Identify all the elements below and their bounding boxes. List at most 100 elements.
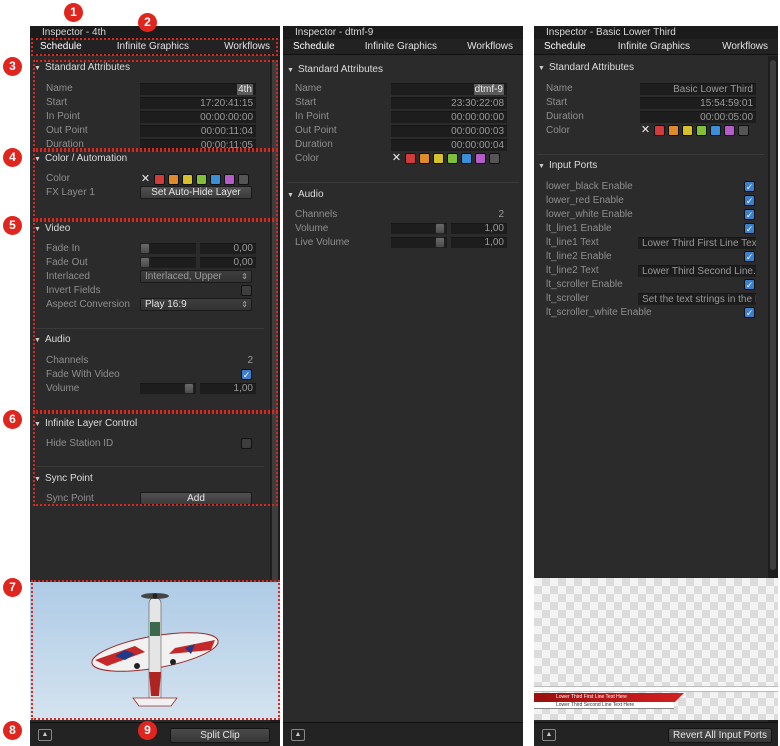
inspector-panel-dtmf-9: Inspector - dtmf-9 Schedule Infinite Gra… xyxy=(283,26,523,746)
port-label: lt_scroller_white Enable xyxy=(546,307,652,318)
no-color-icon[interactable]: ✕ xyxy=(640,124,651,136)
lower-third-line1: Lower Third First Line Text Here xyxy=(556,694,627,700)
inspector-content: ▼ Standard Attributes Name dtmf-9 Start 2… xyxy=(283,56,523,746)
name-label: Name xyxy=(295,83,322,94)
tab-schedule[interactable]: Schedule xyxy=(293,39,335,55)
color-swatch-purple[interactable] xyxy=(475,152,486,164)
video-audio-highlight-box xyxy=(33,220,278,412)
start-label: Start xyxy=(295,97,317,108)
lower-third-preview: Lower Third First Line Text Here Lower T… xyxy=(534,578,778,720)
color-automation-highlight-box xyxy=(33,150,278,220)
duration-field[interactable]: 00:00:00:04 xyxy=(391,139,507,151)
channels-value: 2 xyxy=(498,209,504,220)
port-label: lt_line1 Enable xyxy=(546,223,612,234)
color-swatch-green[interactable] xyxy=(696,124,707,136)
color-swatch-red[interactable] xyxy=(405,152,416,164)
color-swatch-orange[interactable] xyxy=(419,152,430,164)
volume-label: Volume xyxy=(295,223,329,234)
color-label: Color xyxy=(295,153,319,164)
callout-9: 9 xyxy=(138,721,157,740)
tabs-highlight-box xyxy=(31,38,278,56)
scroller-strip xyxy=(534,686,778,692)
color-swatch-yellow[interactable] xyxy=(433,152,444,164)
inspector-title: Inspector - dtmf-9 xyxy=(283,26,523,39)
port-checkbox[interactable]: ✓ xyxy=(744,195,755,206)
callout-4: 4 xyxy=(3,148,22,167)
port-checkbox[interactable]: ✓ xyxy=(744,181,755,192)
channels-label: Channels xyxy=(295,209,338,220)
live-volume-label: Live Volume xyxy=(295,237,350,248)
color-swatch-orange[interactable] xyxy=(668,124,679,136)
color-swatch-red[interactable] xyxy=(654,124,665,136)
tab-infinite-graphics[interactable]: Infinite Graphics xyxy=(365,39,437,55)
eject-icon[interactable]: ▲ xyxy=(542,729,556,741)
inspector-panel-basic-lower-third: Inspector - Basic Lower Third Schedule I… xyxy=(534,26,778,746)
port-checkbox[interactable]: ✓ xyxy=(744,223,755,234)
live-volume-field[interactable]: 1,00 xyxy=(451,237,507,248)
tab-workflows[interactable]: Workflows xyxy=(722,39,768,55)
name-label: Name xyxy=(546,83,573,94)
infinite-layer-highlight-box xyxy=(33,412,278,506)
inspector-content: ▼ Standard Attributes Name Basic Lower Th… xyxy=(534,56,778,746)
port-checkbox[interactable]: ✓ xyxy=(744,209,755,220)
lower-third-red-bar: Lower Third First Line Text Here xyxy=(534,693,684,702)
eject-icon[interactable]: ▲ xyxy=(38,729,52,741)
port-label: lt_line2 Enable xyxy=(546,251,612,262)
tab-schedule[interactable]: Schedule xyxy=(544,39,586,55)
name-field[interactable]: Basic Lower Third xyxy=(640,83,756,95)
start-field[interactable]: 23:30:22:08 xyxy=(391,97,507,109)
color-swatch-yellow[interactable] xyxy=(682,124,693,136)
color-swatch-blue[interactable] xyxy=(461,152,472,164)
port-text-field[interactable]: Lower Third First Line Text... xyxy=(638,237,756,249)
port-label: lt_line2 Text xyxy=(546,265,599,276)
duration-field[interactable]: 00:00:05:00 xyxy=(640,111,756,123)
color-swatch-purple[interactable] xyxy=(724,124,735,136)
port-checkbox[interactable]: ✓ xyxy=(744,279,755,290)
no-color-icon[interactable]: ✕ xyxy=(391,152,402,164)
split-clip-button[interactable]: Split Clip xyxy=(170,728,270,743)
color-swatch-gray[interactable] xyxy=(489,152,500,164)
revert-all-input-ports-button[interactable]: Revert All Input Ports xyxy=(668,728,772,743)
standard-attributes-highlight-box xyxy=(33,60,278,150)
inspector-footer: ▲ xyxy=(283,722,523,746)
lower-third-white-bar: Lower Third Second Line Text Here xyxy=(534,702,674,709)
color-label: Color xyxy=(546,125,570,136)
tab-infinite-graphics[interactable]: Infinite Graphics xyxy=(618,39,690,55)
port-text-field[interactable]: Lower Third Second Line... xyxy=(638,265,756,277)
callout-6: 6 xyxy=(3,410,22,429)
port-label: lower_white Enable xyxy=(546,209,633,220)
start-label: Start xyxy=(546,97,568,108)
eject-icon[interactable]: ▲ xyxy=(291,729,305,741)
color-swatch-blue[interactable] xyxy=(710,124,721,136)
port-label: lt_line1 Text xyxy=(546,237,599,248)
standard-attributes-header[interactable]: ▼ Standard Attributes xyxy=(538,62,634,74)
inspector-tabs: Schedule Infinite Graphics Workflows xyxy=(283,39,523,55)
standard-attributes-header[interactable]: ▼ Standard Attributes xyxy=(287,64,383,76)
start-field[interactable]: 15:54:59:01 xyxy=(640,97,756,109)
audio-header[interactable]: ▼ Audio xyxy=(287,189,324,201)
color-swatches: ✕ xyxy=(391,152,500,164)
preview-highlight-box xyxy=(31,580,280,720)
callout-5: 5 xyxy=(3,216,22,235)
port-checkbox[interactable]: ✓ xyxy=(744,251,755,262)
input-ports-header[interactable]: ▼ Input Ports xyxy=(538,160,597,172)
color-swatch-gray[interactable] xyxy=(738,124,749,136)
live-volume-slider[interactable] xyxy=(391,237,447,248)
port-label: lt_scroller xyxy=(546,293,589,304)
in-point-field[interactable]: 00:00:00:00 xyxy=(391,111,507,123)
volume-field[interactable]: 1,00 xyxy=(451,223,507,234)
divider xyxy=(287,182,519,183)
duration-label: Duration xyxy=(295,139,333,150)
callout-2: 2 xyxy=(138,13,157,32)
out-point-field[interactable]: 00:00:00:03 xyxy=(391,125,507,137)
port-checkbox[interactable]: ✓ xyxy=(744,307,755,318)
color-swatch-green[interactable] xyxy=(447,152,458,164)
volume-slider[interactable] xyxy=(391,223,447,234)
duration-label: Duration xyxy=(546,111,584,122)
port-text-field[interactable]: Set the text strings in the I... xyxy=(638,293,756,305)
inspector-title: Inspector - Basic Lower Third xyxy=(534,26,778,39)
name-field[interactable]: dtmf-9 xyxy=(391,83,507,95)
port-label: lower_red Enable xyxy=(546,195,624,206)
port-label: lower_black Enable xyxy=(546,181,633,192)
tab-workflows[interactable]: Workflows xyxy=(467,39,513,55)
